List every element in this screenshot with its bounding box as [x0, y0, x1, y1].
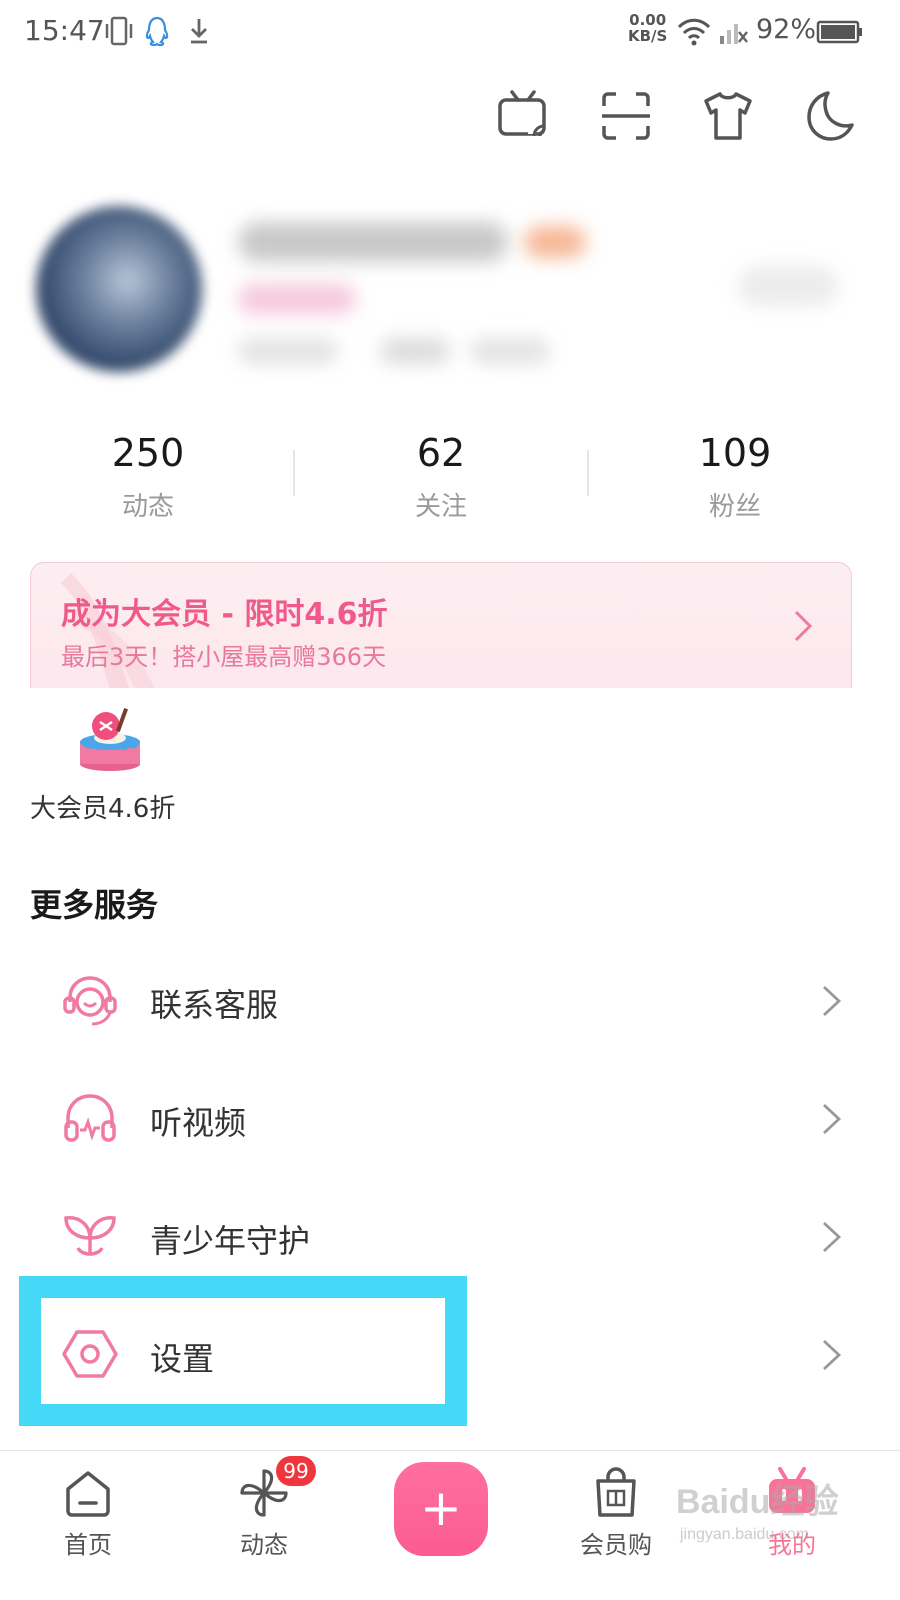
promo-label[interactable]: 大会员4.6折	[30, 788, 175, 825]
stat-following[interactable]: 62 关注	[321, 428, 561, 523]
moon-icon[interactable]	[802, 88, 858, 144]
battery-icon	[816, 20, 862, 44]
nav-label: 会员购	[580, 1531, 652, 1559]
section-title-more-services: 更多服务	[30, 886, 159, 924]
chevron-right-icon	[823, 985, 842, 1017]
network-speed-unit: KB/S	[628, 27, 668, 45]
stat-label: 粉丝	[708, 492, 761, 522]
notification-badge: 99	[276, 1456, 316, 1486]
stat-value: 62	[416, 431, 466, 475]
info-blurred-1	[238, 338, 338, 364]
menu-item-label: 听视频	[150, 1104, 247, 1142]
publish-button[interactable]: +	[394, 1462, 488, 1556]
stat-dynamics[interactable]: 250 动态	[28, 428, 268, 523]
nav-item-vip-shop[interactable]: 会员购	[556, 1465, 676, 1560]
tshirt-icon[interactable]	[700, 88, 756, 144]
headphones-icon	[64, 1094, 116, 1142]
chevron-right-icon	[823, 1103, 842, 1135]
network-speed: 0.00 KB/S	[628, 12, 667, 44]
chevron-right-icon	[794, 610, 813, 642]
sprout-icon	[64, 1216, 116, 1256]
signal-icon	[720, 24, 748, 44]
chevron-right-icon	[823, 1221, 842, 1253]
stat-divider	[293, 450, 295, 496]
status-time: 15:47	[24, 14, 105, 47]
level-badge-blurred	[524, 226, 586, 258]
qq-icon	[145, 16, 169, 47]
nav-label: 动态	[240, 1531, 288, 1559]
stat-value: 109	[698, 431, 772, 475]
username-blurred	[238, 222, 508, 262]
settings-highlight-box	[19, 1276, 467, 1426]
home-icon	[66, 1471, 110, 1517]
stat-label: 动态	[121, 492, 174, 522]
profile-link-blurred[interactable]	[738, 266, 838, 306]
menu-item-customer-service[interactable]: 联系客服	[0, 942, 900, 1060]
battery-percent: 92%	[756, 14, 817, 45]
avatar[interactable]	[36, 206, 202, 372]
cake-icon[interactable]	[76, 706, 144, 774]
stat-divider	[587, 450, 589, 496]
vibrate-icon	[105, 16, 133, 46]
vip-tag-blurred	[238, 284, 356, 314]
customer-service-icon	[63, 976, 117, 1026]
nav-label: 首页	[64, 1531, 112, 1559]
wifi-icon	[677, 18, 711, 46]
watermark: Baidu经验	[676, 1483, 839, 1521]
scan-icon[interactable]	[598, 88, 654, 144]
plus-icon: +	[420, 1479, 462, 1537]
menu-item-label: 青少年守护	[150, 1222, 311, 1260]
watermark-url: jingyan.baidu.com	[680, 1526, 809, 1543]
stat-value: 250	[111, 431, 185, 475]
download-icon	[191, 19, 207, 44]
status-bar: 15:47 0.00 KB/S 92%	[0, 0, 900, 66]
tv-cast-icon[interactable]	[496, 88, 552, 144]
stat-fans[interactable]: 109 粉丝	[615, 428, 855, 523]
vip-banner-subtitle: 最后3天！搭小屋最高赠366天	[61, 643, 387, 671]
vip-banner-title: 成为大会员 - 限时4.6折	[61, 597, 388, 632]
network-speed-value: 0.00	[629, 11, 667, 29]
info-blurred-2	[380, 338, 450, 364]
nav-item-home[interactable]: 首页	[28, 1465, 148, 1560]
menu-item-listen-video[interactable]: 听视频	[0, 1060, 900, 1178]
menu-item-label: 联系客服	[150, 986, 279, 1024]
stat-label: 关注	[414, 492, 467, 522]
shopping-bag-icon	[596, 1467, 636, 1517]
chevron-right-icon	[823, 1339, 842, 1371]
info-blurred-3	[470, 338, 550, 364]
